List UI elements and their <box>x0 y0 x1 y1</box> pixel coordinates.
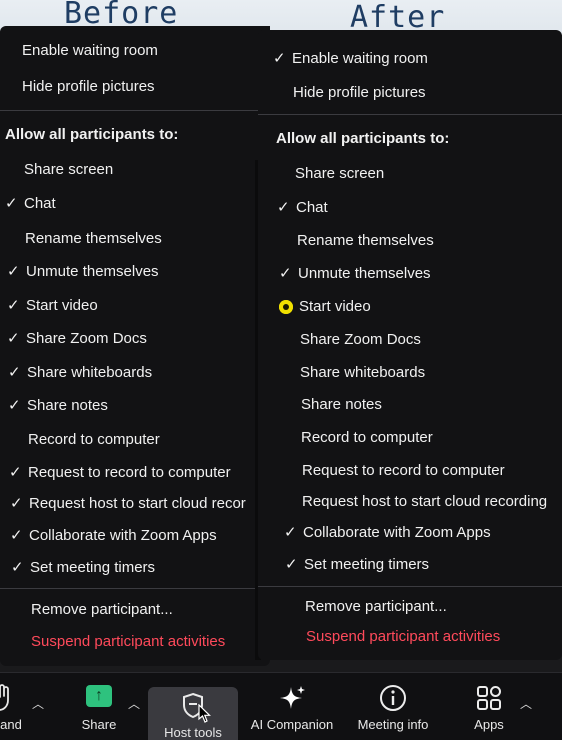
menu-item-remove-participant[interactable]: Remove participant... <box>31 597 173 623</box>
menu-item-chat[interactable]: ✓ Chat <box>5 191 56 217</box>
host-tools-menu-before: Enable waiting room Hide profile picture… <box>0 26 270 666</box>
meeting-info-button[interactable]: Meeting info <box>348 683 438 737</box>
toolbar-label: Meeting info <box>357 717 429 732</box>
menu-item-chat[interactable]: ✓ Chat <box>277 195 328 221</box>
chevron-up-icon[interactable]: ︿ <box>32 695 44 712</box>
checkmark-icon: ✓ <box>273 50 286 67</box>
menu-item-set-meeting-timers[interactable]: ✓ Set meeting timers <box>11 555 155 581</box>
checkmark-icon: ✓ <box>10 495 23 512</box>
menu-item-share-zoom-docs[interactable]: Share Zoom Docs <box>300 327 421 353</box>
menu-item-set-meeting-timers[interactable]: ✓ Set meeting timers <box>285 552 429 578</box>
menu-section-header: Allow all participants to: <box>276 130 450 147</box>
chevron-up-icon[interactable]: ︿ <box>128 695 140 712</box>
menu-item-request-to-record[interactable]: Request to record to computer <box>302 458 505 484</box>
checkmark-icon: ✓ <box>284 524 297 541</box>
menu-item-enable-waiting-room[interactable]: Enable waiting room <box>22 38 158 64</box>
menu-item-record-to-computer[interactable]: Record to computer <box>301 425 433 451</box>
checkmark-icon: ✓ <box>8 397 21 414</box>
menu-item-collaborate-zoom-apps[interactable]: ✓ Collaborate with Zoom Apps <box>284 520 491 546</box>
menu-item-unmute-themselves[interactable]: ✓ Unmute themselves <box>7 259 159 285</box>
menu-item-rename-themselves[interactable]: Rename themselves <box>297 228 434 254</box>
menu-item-share-whiteboards[interactable]: ✓ Share whiteboards <box>8 360 152 386</box>
menu-item-enable-waiting-room[interactable]: ✓ Enable waiting room <box>273 46 428 72</box>
highlight-marker-icon <box>279 300 293 314</box>
chevron-up-icon[interactable]: ︿ <box>520 695 532 712</box>
menu-item-collaborate-zoom-apps[interactable]: ✓ Collaborate with Zoom Apps <box>10 523 217 549</box>
checkmark-icon: ✓ <box>9 464 22 481</box>
menu-item-record-to-computer[interactable]: Record to computer <box>28 427 160 453</box>
checkmark-icon: ✓ <box>279 265 292 282</box>
menu-item-remove-participant[interactable]: Remove participant... <box>305 594 447 620</box>
menu-item-rename-themselves[interactable]: Rename themselves <box>25 226 162 252</box>
menu-item-share-zoom-docs[interactable]: ✓ Share Zoom Docs <box>7 326 147 352</box>
apps-button[interactable]: Apps <box>448 683 530 737</box>
checkmark-icon: ✓ <box>7 297 20 314</box>
raise-hand-icon <box>0 684 9 711</box>
menu-item-request-to-record[interactable]: ✓ Request to record to computer <box>9 460 231 486</box>
menu-item-share-screen[interactable]: Share screen <box>24 157 113 183</box>
toolbar-label: AI Companion <box>250 717 334 732</box>
menu-item-request-cloud-recording[interactable]: ✓ Request host to start cloud recor <box>10 491 246 517</box>
ai-companion-button[interactable]: AI Companion <box>246 683 338 737</box>
menu-item-request-cloud-recording[interactable]: Request host to start cloud recording <box>302 489 547 515</box>
apps-icon <box>477 686 501 710</box>
menu-divider <box>258 114 562 115</box>
toolbar-label: e hand <box>0 717 22 732</box>
menu-item-hide-profile-pictures[interactable]: Hide profile pictures <box>293 80 426 106</box>
checkmark-icon: ✓ <box>277 199 290 216</box>
menu-item-share-notes[interactable]: ✓ Share notes <box>8 393 108 419</box>
menu-item-unmute-themselves[interactable]: ✓ Unmute themselves <box>279 261 431 287</box>
checkmark-icon: ✓ <box>7 330 20 347</box>
menu-section-header: Allow all participants to: <box>5 126 179 143</box>
info-icon <box>380 685 406 711</box>
menu-item-suspend-participant-activities[interactable]: Suspend participant activities <box>31 629 225 655</box>
menu-item-share-whiteboards[interactable]: Share whiteboards <box>300 360 425 386</box>
toolbar-label: Share <box>81 717 117 732</box>
mouse-pointer-icon <box>198 704 211 723</box>
checkmark-icon: ✓ <box>8 364 21 381</box>
menu-divider <box>258 586 562 587</box>
menu-item-hide-profile-pictures[interactable]: Hide profile pictures <box>22 74 155 100</box>
checkmark-icon: ✓ <box>10 527 23 544</box>
sparkle-icon <box>280 686 305 709</box>
toolbar-label: Apps <box>474 717 504 732</box>
menu-item-start-video[interactable]: Start video <box>279 294 371 320</box>
share-screen-icon: ↑ <box>86 685 112 707</box>
checkmark-icon: ✓ <box>5 195 18 212</box>
checkmark-icon: ✓ <box>285 556 298 573</box>
checkmark-icon: ✓ <box>7 263 20 280</box>
menu-divider <box>0 110 270 111</box>
menu-divider <box>0 588 270 589</box>
menu-item-share-notes[interactable]: Share notes <box>301 392 382 418</box>
toolbar-label: Host tools <box>164 725 222 740</box>
checkmark-icon: ✓ <box>11 559 24 576</box>
menu-item-share-screen[interactable]: Share screen <box>295 161 384 187</box>
host-tools-menu-after: ✓ Enable waiting room Hide profile pictur… <box>258 30 562 660</box>
menu-item-start-video[interactable]: ✓ Start video <box>7 293 98 319</box>
host-tools-button[interactable]: Host tools <box>148 687 238 740</box>
meeting-toolbar: e hand ︿ ↑ Share ︿ Host tools AI Compani… <box>0 672 562 740</box>
menu-item-suspend-participant-activities[interactable]: Suspend participant activities <box>306 624 500 650</box>
